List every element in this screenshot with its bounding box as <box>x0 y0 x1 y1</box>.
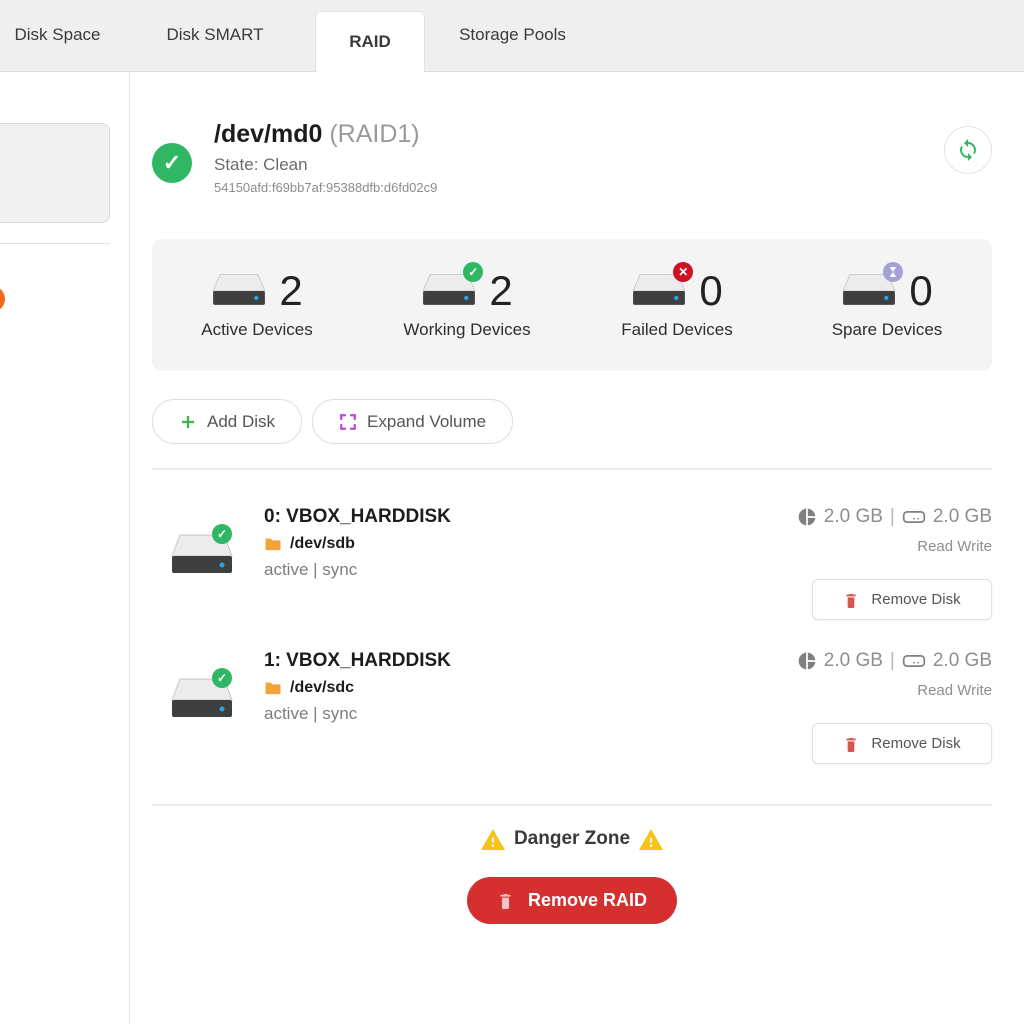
remove-disk-label: Remove Disk <box>871 591 960 608</box>
disk-used: 2.0 GB <box>824 506 883 528</box>
tab-storage-pools[interactable]: Storage Pools <box>425 0 600 71</box>
expand-volume-label: Expand Volume <box>367 412 486 432</box>
disk-status: active | sync <box>264 560 451 580</box>
trash-icon <box>497 891 514 910</box>
check-icon: ✓ <box>152 143 192 183</box>
stat-failed-devices: ✕ 0 Failed Devices <box>572 270 782 340</box>
remove-disk-button-1[interactable]: Remove Disk <box>812 723 992 764</box>
hdd-icon <box>211 272 267 310</box>
disk-path-label: /dev/sdb <box>290 535 355 553</box>
stat-working-devices: ✓ 2 Working Devices <box>362 270 572 340</box>
tab-disk-smart[interactable]: Disk SMART <box>115 0 315 71</box>
hdd-icon: ✓ <box>170 532 234 620</box>
stat-label: Working Devices <box>403 320 530 340</box>
disk-mode: Read Write <box>797 682 992 699</box>
expand-icon <box>339 413 357 431</box>
pie-chart-icon <box>797 651 817 671</box>
trash-icon <box>843 591 859 609</box>
stat-label: Spare Devices <box>832 320 943 340</box>
pie-chart-icon <box>797 507 817 527</box>
sync-icon <box>956 138 980 162</box>
tab-bar: Disk Space Disk SMART RAID Storage Pools <box>0 0 1024 72</box>
disk-used: 2.0 GB <box>824 650 883 672</box>
stat-spare-devices: 0 Spare Devices <box>782 270 992 340</box>
plus-icon <box>179 413 197 431</box>
disk-total: 2.0 GB <box>933 506 992 528</box>
main-area: ✓ /dev/md0 (RAID1) State: Clean 54150afd… <box>0 72 1024 1024</box>
disk-info: 1: VBOX_HARDDISK /dev/sdc active | sync <box>264 650 451 764</box>
remove-disk-button-0[interactable]: Remove Disk <box>812 579 992 620</box>
disk-details: 2.0 GB | 2.0 GB Read Write <box>797 506 992 620</box>
stat-value: 0 <box>909 270 932 312</box>
folder-icon <box>264 537 282 552</box>
size-separator: | <box>890 650 895 672</box>
check-icon: ✓ <box>463 262 483 282</box>
raid-uuid: 54150afd:f69bb7af:95388dfb:d6fd02c9 <box>214 180 437 195</box>
warning-icon <box>481 829 505 850</box>
disk-mode: Read Write <box>797 538 992 555</box>
sidebar-divider <box>0 243 110 244</box>
stat-active-devices: 2 Active Devices <box>152 270 362 340</box>
disk-details: 2.0 GB | 2.0 GB Read Write <box>797 650 992 764</box>
danger-zone-label: Danger Zone <box>514 828 630 850</box>
drive-icon <box>902 507 926 527</box>
danger-zone: Danger Zone Remove RAID <box>152 806 992 924</box>
stat-label: Failed Devices <box>621 320 733 340</box>
raid-title: /dev/md0 (RAID1) <box>214 120 437 149</box>
remove-raid-button[interactable]: Remove RAID <box>467 877 677 924</box>
trash-icon <box>843 735 859 753</box>
hdd-icon: ✕ <box>631 272 687 310</box>
raid-header: ✓ /dev/md0 (RAID1) State: Clean 54150afd… <box>152 120 992 195</box>
stat-value: 2 <box>489 270 512 312</box>
disk-info: 0: VBOX_HARDDISK /dev/sdb active | sync <box>264 506 451 620</box>
danger-zone-title: Danger Zone <box>481 828 663 850</box>
hdd-icon <box>841 272 897 310</box>
hdd-icon: ✓ <box>421 272 477 310</box>
hdd-icon: ✓ <box>170 676 234 764</box>
remove-raid-label: Remove RAID <box>528 890 647 911</box>
disk-status: active | sync <box>264 704 451 724</box>
folder-icon <box>264 681 282 696</box>
stat-value: 2 <box>279 270 302 312</box>
sidebar-orange-icon <box>0 286 5 312</box>
add-disk-button[interactable]: Add Disk <box>152 399 302 444</box>
disk-path-label: /dev/sdc <box>290 679 354 697</box>
check-icon: ✓ <box>212 524 232 544</box>
disk-title: 0: VBOX_HARDDISK <box>264 506 451 528</box>
check-icon: ✓ <box>212 668 232 688</box>
raid-state: State: Clean <box>214 155 437 175</box>
tab-disk-space[interactable]: Disk Space <box>0 0 115 71</box>
hourglass-icon <box>883 262 903 282</box>
device-stats: 2 Active Devices ✓ 2 Workin <box>152 239 992 371</box>
size-separator: | <box>890 506 895 528</box>
tab-raid[interactable]: RAID <box>315 11 425 72</box>
disk-title: 1: VBOX_HARDDISK <box>264 650 451 672</box>
warning-icon <box>639 829 663 850</box>
disk-row-0: ✓ 0: VBOX_HARDDISK /dev/sdb active | syn… <box>152 470 992 620</box>
disk-row-1: ✓ 1: VBOX_HARDDISK /dev/sdc active | syn… <box>152 620 992 764</box>
sidebar-panel[interactable] <box>0 123 110 223</box>
raid-level: (RAID1) <box>329 120 419 148</box>
add-disk-label: Add Disk <box>207 412 275 432</box>
raid-panel: ✓ /dev/md0 (RAID1) State: Clean 54150afd… <box>130 72 1024 1024</box>
stat-label: Active Devices <box>201 320 312 340</box>
sidebar <box>0 72 130 1024</box>
refresh-button[interactable] <box>944 126 992 174</box>
stat-value: 0 <box>699 270 722 312</box>
cross-icon: ✕ <box>673 262 693 282</box>
disk-total: 2.0 GB <box>933 650 992 672</box>
drive-icon <box>902 651 926 671</box>
raid-actions: Add Disk Expand Volume <box>152 399 992 444</box>
remove-disk-label: Remove Disk <box>871 735 960 752</box>
raid-device-name: /dev/md0 <box>214 120 322 148</box>
expand-volume-button[interactable]: Expand Volume <box>312 399 513 444</box>
raid-info: /dev/md0 (RAID1) State: Clean 54150afd:f… <box>214 120 437 195</box>
